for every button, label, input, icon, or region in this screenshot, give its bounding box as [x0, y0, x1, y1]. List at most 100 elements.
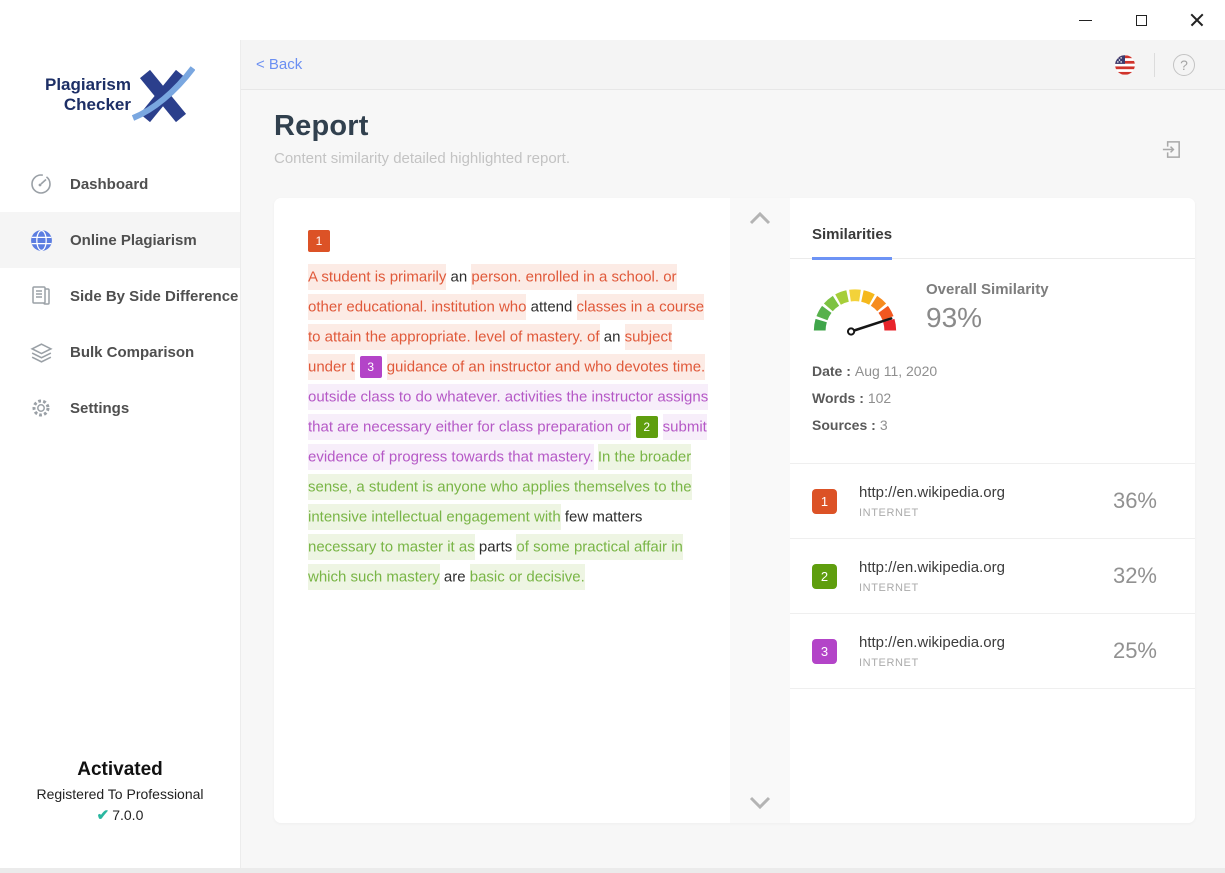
side-by-side-icon — [28, 283, 54, 309]
page-subtitle: Content similarity detailed highlighted … — [274, 150, 1195, 167]
report-meta: Date :Aug 11, 2020 Words :102 Sources :3 — [790, 345, 1195, 464]
activation-status: Activated — [0, 759, 240, 781]
logo-text: Plagiarism Checker — [45, 75, 131, 115]
maximize-button[interactable] — [1113, 0, 1169, 40]
dashboard-icon — [28, 171, 54, 197]
page-header: Report Content similarity detailed highl… — [274, 110, 1195, 167]
doc-segment: A student is primarily — [308, 264, 446, 290]
source-badge-1: 1 — [812, 489, 837, 514]
sidebar: Plagiarism Checker Dashboard Online Plagi… — [0, 40, 241, 868]
source-row-2[interactable]: 2http://en.wikipedia.orgINTERNET32% — [790, 539, 1195, 614]
help-icon[interactable]: ? — [1173, 54, 1195, 76]
doc-segment: are — [440, 564, 470, 590]
layers-icon — [28, 339, 54, 365]
activation-registered: Registered To Professional — [0, 786, 240, 802]
source-row-3[interactable]: 3 http://en.wikipedia.org INTERNET 25% — [790, 614, 1195, 689]
doc-segment: necessary to master it as — [308, 534, 475, 560]
topbar-right: ? — [1114, 53, 1195, 77]
sidebar-item-label: Dashboard — [70, 176, 148, 193]
activation-version-row: ✔ 7.0.0 — [0, 806, 240, 824]
source-type: INTERNET — [859, 582, 1005, 594]
globe-icon — [28, 227, 54, 253]
close-button[interactable] — [1169, 0, 1225, 40]
app-logo: Plagiarism Checker — [0, 40, 240, 144]
source-info: http://en.wikipedia.org INTERNET — [859, 634, 1005, 669]
meta-value: Aug 11, 2020 — [855, 363, 937, 379]
check-icon: ✔ — [97, 806, 110, 824]
sidebar-item-label: Settings — [70, 400, 129, 417]
similarities-panel: Similarities Overall Similarity 93% Da — [790, 198, 1195, 823]
doc-segment: basic or decisive. — [470, 564, 585, 590]
source-url: http://en.wikipedia.org — [859, 634, 1005, 651]
scroll-up-icon[interactable] — [749, 212, 771, 225]
source-row-1[interactable]: 1 http://en.wikipedia.org INTERNET 36% — [790, 464, 1195, 539]
minimize-icon — [1079, 20, 1092, 21]
report-page: Report Content similarity detailed highl… — [241, 90, 1225, 868]
logo-line2: Checker — [45, 95, 131, 115]
source-url: http://en.wikipedia.org — [859, 559, 1005, 576]
similarity-gauge-icon — [806, 275, 904, 339]
panel-tabs: Similarities — [790, 218, 1195, 259]
doc-segment: an — [446, 264, 471, 290]
export-report-button[interactable] — [1160, 138, 1183, 166]
window-bottom-edge — [0, 868, 1225, 873]
source-info: http://en.wikipedia.org INTERNET — [859, 559, 1005, 594]
main-area: < Back — [241, 40, 1225, 868]
language-flag-icon[interactable] — [1114, 54, 1136, 76]
sidebar-item-label: Bulk Comparison — [70, 344, 194, 361]
meta-value: 102 — [868, 390, 891, 406]
tab-underline — [812, 257, 892, 260]
sidebar-item-bulk-comparison[interactable]: Bulk Comparison — [0, 324, 240, 380]
meta-value: 3 — [880, 417, 888, 433]
document-text: 1A student is primarily an person. enrol… — [308, 230, 712, 592]
doc-segment: parts — [475, 534, 517, 560]
meta-label: Date : — [812, 363, 851, 379]
app-window: Plagiarism Checker Dashboard Online Plagi… — [0, 0, 1225, 873]
overall-similarity-label: Overall Similarity — [926, 281, 1049, 298]
sidebar-item-dashboard[interactable]: Dashboard — [0, 156, 240, 212]
logo-x-icon — [131, 64, 195, 126]
source-badge-2: 2 — [812, 564, 837, 589]
doc-segment: guidance of an instructor and who devote… — [387, 354, 706, 380]
highlight-badge-3[interactable]: 3 — [360, 356, 382, 378]
meta-row-words: Words :102 — [812, 390, 1173, 406]
report-card: 1A student is primarily an person. enrol… — [274, 198, 1195, 823]
window-titlebar — [0, 0, 1225, 40]
source-type: INTERNET — [859, 657, 1005, 669]
page-title: Report — [274, 110, 1195, 143]
source-percent: 36% — [1113, 488, 1157, 514]
doc-segment: attend — [526, 294, 576, 320]
maximize-icon — [1136, 15, 1147, 26]
sidebar-nav: Dashboard Online PlagiarismSide By Side D… — [0, 156, 240, 436]
activation-version: 7.0.0 — [112, 807, 143, 823]
document-scrollbar — [730, 198, 790, 823]
minimize-button[interactable] — [1057, 0, 1113, 40]
sources-list: 1 http://en.wikipedia.org INTERNET 36% 2 http… — [790, 464, 1195, 689]
tab-similarities[interactable]: Similarities — [812, 218, 892, 257]
overall-similarity-value: 93% — [926, 302, 1049, 334]
overall-info: Overall Similarity 93% — [926, 281, 1049, 334]
overall-similarity-block: Overall Similarity 93% — [790, 259, 1195, 345]
meta-label: Words : — [812, 390, 864, 406]
source-info: http://en.wikipedia.org INTERNET — [859, 484, 1005, 519]
logo-line1: Plagiarism — [45, 75, 131, 95]
gear-icon — [28, 395, 54, 421]
meta-row-sources: Sources :3 — [812, 417, 1173, 433]
topbar: < Back — [241, 40, 1225, 90]
sidebar-item-online-plagiarism[interactable]: Online Plagiarism — [0, 212, 240, 268]
source-percent: 25% — [1113, 638, 1157, 664]
source-url: http://en.wikipedia.org — [859, 484, 1005, 501]
close-icon — [1190, 13, 1204, 27]
sidebar-item-settings[interactable]: Settings — [0, 380, 240, 436]
document-pane: 1A student is primarily an person. enrol… — [274, 198, 730, 823]
activation-panel: Activated Registered To Professional ✔ 7… — [0, 759, 240, 868]
back-link[interactable]: < Back — [256, 56, 302, 73]
source-badge-3: 3 — [812, 639, 837, 664]
scroll-down-icon[interactable] — [749, 796, 771, 809]
doc-segment: few matters — [561, 504, 643, 530]
meta-row-date: Date :Aug 11, 2020 — [812, 363, 1173, 379]
highlight-badge-2[interactable]: 2 — [636, 416, 658, 438]
highlight-badge-1[interactable]: 1 — [308, 230, 330, 252]
sidebar-item-side-by-side-difference[interactable]: Side By Side Difference — [0, 268, 240, 324]
source-type: INTERNET — [859, 507, 1005, 519]
